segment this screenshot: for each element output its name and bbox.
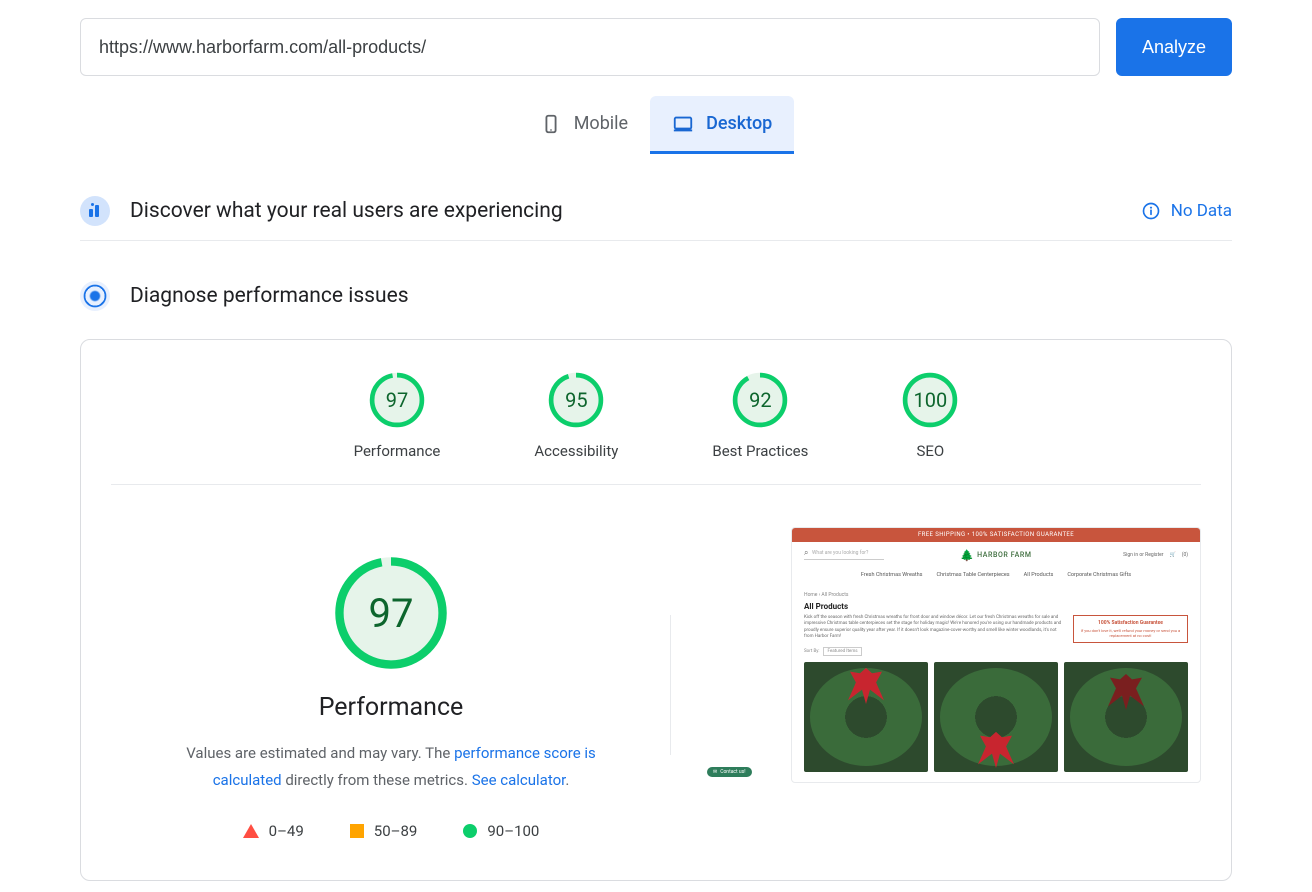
page-preview: FREE SHIPPING • 100% SATISFACTION GUARAN…	[791, 527, 1201, 783]
discover-section-header: Discover what your real users are experi…	[80, 182, 1232, 241]
device-tabs: Mobile Desktop	[80, 96, 1232, 154]
gauge-seo[interactable]: 100 SEO	[902, 372, 958, 460]
preview-product-card	[804, 662, 928, 772]
nodata-link[interactable]: No Data	[1171, 201, 1232, 221]
circle-icon	[463, 824, 477, 838]
preview-sort: Sort By:Featured Items	[804, 647, 1188, 656]
triangle-icon	[243, 824, 259, 838]
performance-detail: 97 Performance Values are estimated and …	[111, 515, 671, 840]
detail-row: 97 Performance Values are estimated and …	[111, 515, 1201, 840]
performance-title: Performance	[319, 693, 464, 722]
discover-title: Discover what your real users are experi…	[130, 199, 1121, 223]
preview-heading: All Products	[804, 602, 1188, 611]
preview-breadcrumb: Home › All Products	[804, 592, 1188, 598]
tab-desktop[interactable]: Desktop	[650, 96, 794, 154]
report-card: 97 Performance 95 Accessibility 92 Best …	[80, 339, 1232, 881]
info-icon	[1141, 201, 1161, 221]
desktop-icon	[672, 113, 694, 135]
preview-banner: FREE SHIPPING • 100% SATISFACTION GUARAN…	[792, 528, 1200, 542]
url-input[interactable]	[80, 18, 1100, 76]
legend-orange: 50–89	[350, 822, 418, 840]
tab-mobile[interactable]: Mobile	[518, 96, 650, 154]
gauge-label: SEO	[917, 442, 945, 460]
square-icon	[350, 824, 364, 838]
preview-blurb: Kick off the season with fresh Christmas…	[804, 615, 1065, 640]
gauge-bestpractices[interactable]: 92 Best Practices	[712, 372, 808, 460]
preview-product-card	[934, 662, 1058, 772]
performance-description: Values are estimated and may vary. The p…	[151, 740, 631, 794]
crux-icon	[80, 196, 110, 226]
gauge-label: Best Practices	[712, 442, 808, 460]
gauge-accessibility[interactable]: 95 Accessibility	[534, 372, 618, 460]
diagnose-section-header: Diagnose performance issues	[80, 267, 1232, 325]
score-legend: 0–49 50–89 90–100	[243, 822, 540, 840]
performance-gauge-large: 97	[333, 555, 449, 671]
preview-brand: 🌲HARBOR FARM	[960, 549, 1031, 562]
tab-mobile-label: Mobile	[574, 113, 628, 134]
preview-guarantee-box: 100% Satisfaction Guarantee If you don't…	[1073, 615, 1188, 643]
gauge-label: Accessibility	[534, 442, 618, 460]
gauge-label: Performance	[354, 442, 441, 460]
preview-product-grid	[804, 662, 1188, 772]
preview-nav: Fresh Christmas WreathsChristmas Table C…	[792, 568, 1200, 586]
analyze-button[interactable]: Analyze	[1116, 18, 1232, 76]
gauges-row: 97 Performance 95 Accessibility 92 Best …	[111, 364, 1201, 485]
mobile-icon	[540, 113, 562, 135]
tree-icon: 🌲	[960, 549, 974, 562]
gauge-performance[interactable]: 97 Performance	[354, 372, 441, 460]
target-icon	[80, 281, 110, 311]
preview-product-card	[1064, 662, 1188, 772]
legend-red: 0–49	[243, 822, 304, 840]
see-calculator-link[interactable]: See calculator	[472, 771, 566, 789]
nodata-group: No Data	[1141, 201, 1232, 221]
legend-green: 90–100	[463, 822, 539, 840]
url-row: Analyze	[80, 18, 1232, 76]
preview-search: What are you looking for?	[804, 550, 884, 560]
diagnose-title: Diagnose performance issues	[130, 284, 1232, 308]
tab-desktop-label: Desktop	[706, 113, 772, 134]
